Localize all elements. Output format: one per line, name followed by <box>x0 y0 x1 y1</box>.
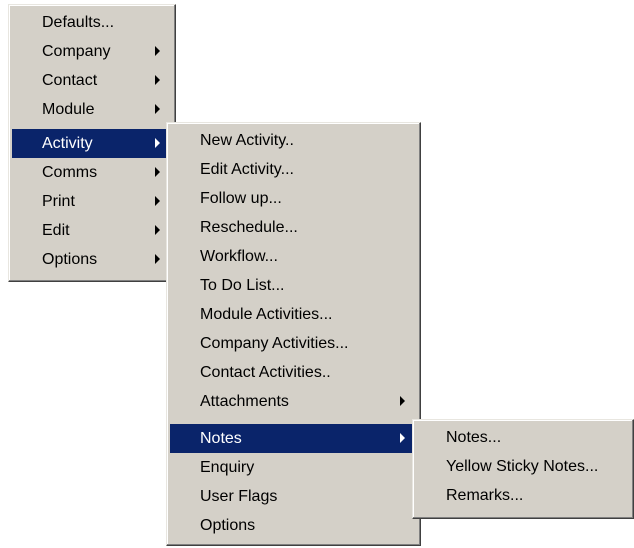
activity-submenu: New Activity.. Edit Activity... Follow u… <box>166 122 421 546</box>
submenu-arrow-icon <box>155 167 160 177</box>
menu-item-options[interactable]: Options <box>170 511 418 540</box>
menu-item-label: New Activity.. <box>200 132 294 149</box>
menu-item-follow-up[interactable]: Follow up... <box>170 184 418 213</box>
menu-item-yellow-sticky-notes[interactable]: Yellow Sticky Notes... <box>416 452 632 481</box>
menu-item-company-activities[interactable]: Company Activities... <box>170 329 418 358</box>
menu-item-comms[interactable]: Comms <box>12 158 173 187</box>
menu-item-label: Activity <box>42 135 93 152</box>
submenu-arrow-icon <box>155 196 160 206</box>
menu-item-reschedule[interactable]: Reschedule... <box>170 213 418 242</box>
submenu-arrow-icon <box>155 138 160 148</box>
menu-item-label: Module <box>42 101 95 118</box>
submenu-arrow-icon <box>400 433 405 443</box>
menu-item-label: Module Activities... <box>200 306 333 323</box>
menu-item-to-do-list[interactable]: To Do List... <box>170 271 418 300</box>
menu-item-label: Notes... <box>446 429 502 446</box>
submenu-arrow-icon <box>155 46 160 56</box>
menu-item-edit[interactable]: Edit <box>12 216 173 245</box>
menu-item-label: To Do List... <box>200 277 285 294</box>
menu-item-module[interactable]: Module <box>12 95 173 124</box>
menu-item-label: Enquiry <box>200 459 255 476</box>
menu-item-label: Company Activities... <box>200 335 349 352</box>
menu-item-label: Company <box>42 43 111 60</box>
menu-item-company[interactable]: Company <box>12 37 173 66</box>
main-context-menu: Defaults... Company Contact Module Activ… <box>8 4 176 282</box>
menu-item-contact-activities[interactable]: Contact Activities.. <box>170 358 418 387</box>
menu-item-contact[interactable]: Contact <box>12 66 173 95</box>
menu-item-label: Attachments <box>200 393 289 410</box>
menu-item-label: Edit <box>42 222 70 239</box>
menu-item-attachments[interactable]: Attachments <box>170 387 418 416</box>
submenu-arrow-icon <box>155 104 160 114</box>
menu-item-label: Edit Activity... <box>200 161 294 178</box>
menu-item-new-activity[interactable]: New Activity.. <box>170 126 418 155</box>
menu-item-label: Options <box>200 517 256 534</box>
menu-item-label: Reschedule... <box>200 219 298 236</box>
notes-submenu: Notes... Yellow Sticky Notes... Remarks.… <box>412 419 634 519</box>
menu-item-label: Notes <box>200 430 242 447</box>
menu-item-label: Workflow... <box>200 248 278 265</box>
menu-item-label: Contact Activities.. <box>200 364 331 381</box>
menu-item-options[interactable]: Options <box>12 245 173 274</box>
menu-item-label: Follow up... <box>200 190 282 207</box>
menu-item-label: Yellow Sticky Notes... <box>446 458 599 475</box>
menu-item-module-activities[interactable]: Module Activities... <box>170 300 418 329</box>
menu-item-label: Print <box>42 193 75 210</box>
menu-item-label: Remarks... <box>446 487 524 504</box>
menu-item-label: Comms <box>42 164 98 181</box>
menu-item-edit-activity[interactable]: Edit Activity... <box>170 155 418 184</box>
menu-item-notes-dialog[interactable]: Notes... <box>416 423 632 452</box>
submenu-arrow-icon <box>155 225 160 235</box>
submenu-arrow-icon <box>155 75 160 85</box>
menu-item-defaults[interactable]: Defaults... <box>12 8 173 37</box>
menu-item-print[interactable]: Print <box>12 187 173 216</box>
menu-item-activity[interactable]: Activity <box>12 129 173 158</box>
menu-item-label: Contact <box>42 72 98 89</box>
submenu-arrow-icon <box>400 396 405 406</box>
menu-item-workflow[interactable]: Workflow... <box>170 242 418 271</box>
menu-item-label: Defaults... <box>42 14 115 31</box>
menu-item-remarks[interactable]: Remarks... <box>416 481 632 510</box>
menu-item-notes[interactable]: Notes <box>170 424 418 453</box>
menu-item-label: User Flags <box>200 488 278 505</box>
menu-item-label: Options <box>42 251 98 268</box>
menu-item-user-flags[interactable]: User Flags <box>170 482 418 511</box>
menu-item-enquiry[interactable]: Enquiry <box>170 453 418 482</box>
submenu-arrow-icon <box>155 254 160 264</box>
